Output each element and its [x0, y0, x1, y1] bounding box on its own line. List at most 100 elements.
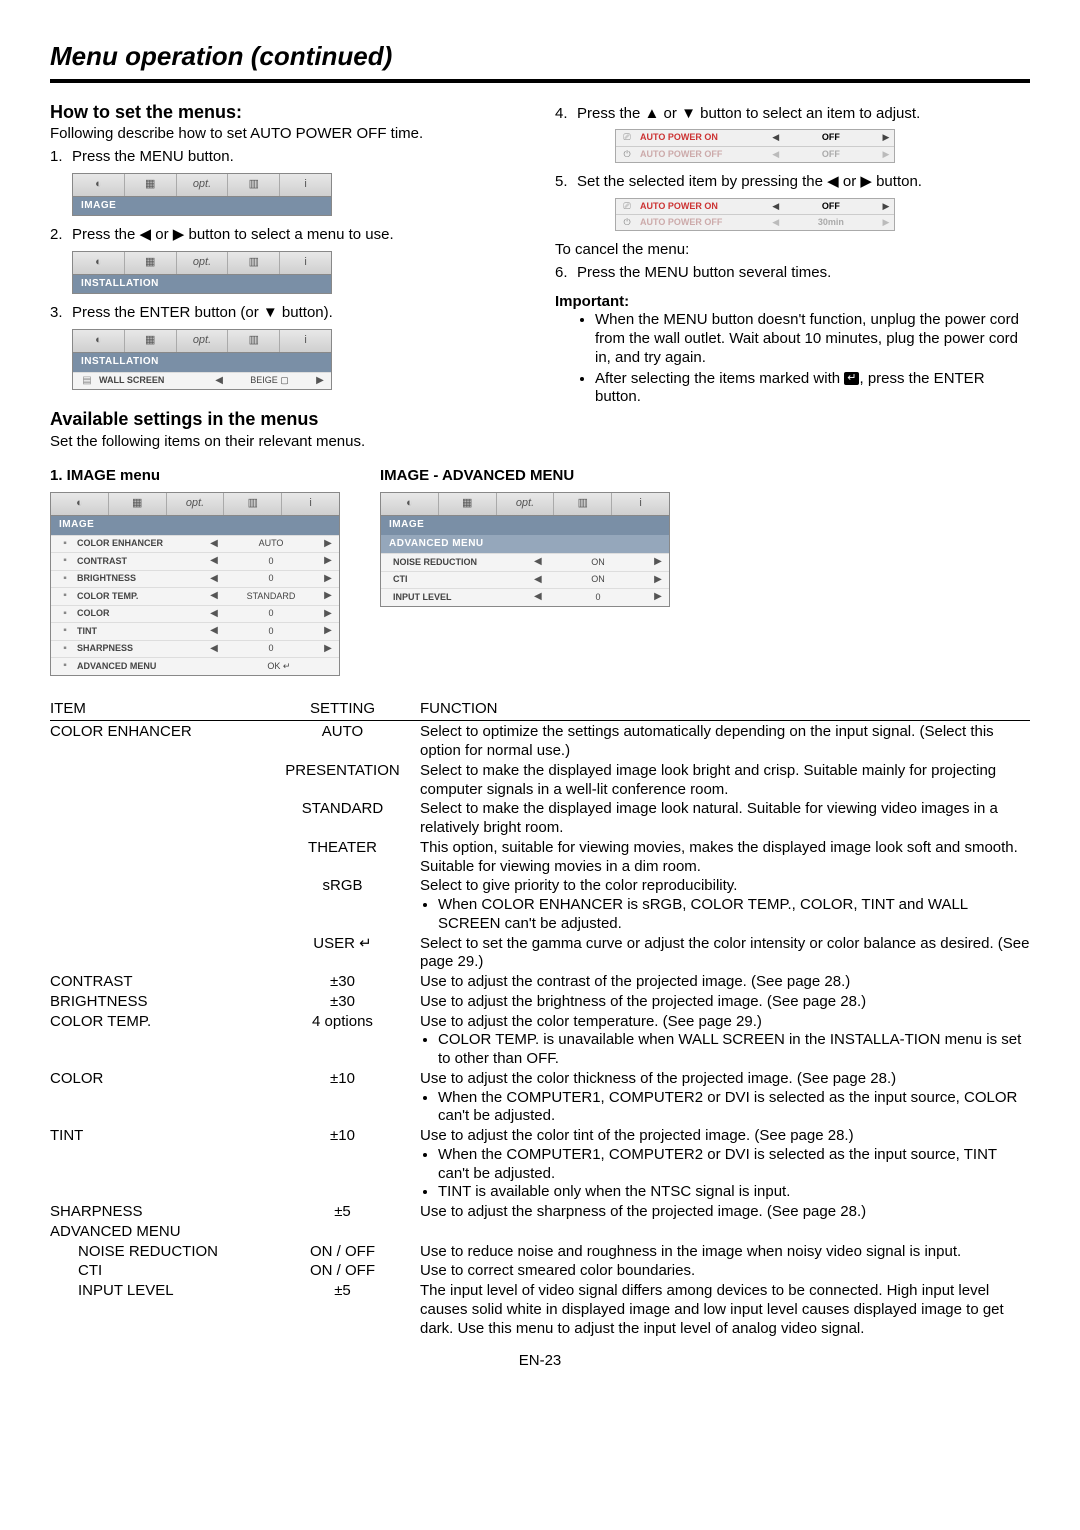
row-label: CONTRAST	[75, 556, 207, 567]
page-number: EN-23	[50, 1352, 1030, 1371]
menu-strip-image: ◐ ▦ opt. ▥ i IMAGE	[72, 173, 332, 217]
row-value: 0	[545, 592, 651, 603]
table-row: sRGBSelect to give priority to the color…	[50, 877, 1030, 933]
function-bullet: TINT is available only when the NTSC sig…	[438, 1183, 1030, 1202]
cell-function: Select to set the gamma curve or adjust …	[420, 935, 1030, 973]
menu-row: NOISE REDUCTION◀ON▶	[381, 553, 669, 571]
cell-item: COLOR ENHANCER	[50, 723, 265, 742]
menu-row: ▪COLOR◀0▶	[51, 605, 339, 623]
table-row: PRESENTATIONSelect to make the displayed…	[50, 762, 1030, 800]
adv-menu-strip: ◐▦ opt. ▥ i IMAGE ADVANCED MENU NOISE RE…	[380, 492, 670, 607]
arrow-right-icon: ▶	[321, 538, 335, 551]
row-value: 0	[221, 608, 321, 619]
row-value: OK ↵	[223, 661, 335, 672]
table-row: THEATERThis option, suitable for viewing…	[50, 839, 1030, 877]
table-row: CTION / OFFUse to correct smeared color …	[50, 1262, 1030, 1281]
cancel-label: To cancel the menu:	[555, 241, 1030, 260]
row-label: INPUT LEVEL	[385, 592, 531, 603]
row-value: ON	[545, 574, 651, 585]
table-row: TINT±10Use to adjust the color tint of t…	[50, 1127, 1030, 1202]
cell-function: Use to adjust the color temperature. (Se…	[420, 1013, 1030, 1069]
table-row: INPUT LEVEL±5The input level of video si…	[50, 1282, 1030, 1338]
arrow-left-icon: ◀	[212, 375, 226, 388]
menu-row: ▪TINT◀0▶	[51, 622, 339, 640]
function-bullet: When COLOR ENHANCER is sRGB, COLOR TEMP.…	[438, 896, 1030, 934]
menu-strip-install-wall: ◐▦ opt. ▥ i INSTALLATION ▤ WALL SCREEN ◀…	[72, 329, 332, 390]
image-menu-strip: ◐▦ opt. ▥ i IMAGE ▪COLOR ENHANCER◀AUTO▶▪…	[50, 492, 340, 676]
row-label: COLOR ENHANCER	[75, 538, 207, 549]
step-number: 1.	[50, 148, 72, 167]
step-2-text: Press the ◀ or ▶ button to select a menu…	[72, 226, 525, 245]
step-1-text: Press the MENU button.	[72, 148, 525, 167]
cell-function: Select to give priority to the color rep…	[420, 877, 1030, 933]
tab-icon: ▥	[228, 174, 280, 196]
arrow-right-icon: ▶	[321, 555, 335, 568]
wall-screen-value: BEIGE ▢	[226, 375, 313, 386]
menu-title: INSTALLATION	[73, 275, 331, 294]
cell-setting: AUTO	[265, 723, 420, 742]
arrow-right-icon: ▶	[651, 591, 665, 604]
step-number: 6.	[555, 264, 577, 283]
cell-function: Select to make the displayed image look …	[420, 762, 1030, 800]
row-value: ON	[545, 557, 651, 568]
table-row: SHARPNESS±5Use to adjust the sharpness o…	[50, 1203, 1030, 1222]
howto-intro: Following describe how to set AUTO POWER…	[50, 125, 525, 144]
page-title: Menu operation (continued)	[50, 40, 1030, 83]
cell-item: COLOR TEMP.	[50, 1013, 265, 1032]
row-value: 0	[221, 556, 321, 567]
cell-setting: sRGB	[265, 877, 420, 896]
arrow-right-icon: ▶	[651, 574, 665, 587]
step-3-text: Press the ENTER button (or ▼ button).	[72, 304, 525, 323]
important-item: After selecting the items marked with ↵,…	[595, 370, 1030, 408]
arrow-right-icon: ▶	[321, 590, 335, 603]
cell-setting: ±10	[265, 1070, 420, 1089]
row-icon: ▪	[55, 555, 75, 568]
cell-item: BRIGHTNESS	[50, 993, 265, 1012]
howto-heading: How to set the menus:	[50, 101, 525, 124]
adv-menu-heading: IMAGE - ADVANCED MENU	[380, 467, 670, 486]
menu-row: ▪BRIGHTNESS◀0▶	[51, 570, 339, 588]
menu-title: IMAGE	[73, 197, 331, 216]
col-function: FUNCTION	[420, 700, 1030, 719]
col-setting: SETTING	[265, 700, 420, 719]
available-heading: Available settings in the menus	[50, 408, 525, 431]
arrow-left-icon: ◀	[207, 573, 221, 586]
arrow-left-icon: ◀	[207, 608, 221, 621]
cell-function: Select to make the displayed image look …	[420, 800, 1030, 838]
table-row: BRIGHTNESS±30Use to adjust the brightnes…	[50, 993, 1030, 1012]
cell-function: Use to adjust the sharpness of the proje…	[420, 1203, 1030, 1222]
cell-function: Use to adjust the color tint of the proj…	[420, 1127, 1030, 1202]
wall-screen-label: WALL SCREEN	[97, 375, 212, 386]
table-row: COLOR TEMP.4 optionsUse to adjust the co…	[50, 1013, 1030, 1069]
menu-row: ▪COLOR TEMP.◀STANDARD▶	[51, 587, 339, 605]
cell-function: The input level of video signal differs …	[420, 1282, 1030, 1338]
right-column: 4. Press the ▲ or ▼ button to select an …	[555, 101, 1030, 452]
cell-setting: ON / OFF	[265, 1262, 420, 1281]
cell-setting: THEATER	[265, 839, 420, 858]
row-label: TINT	[75, 626, 207, 637]
cell-function: Use to correct smeared color boundaries.	[420, 1262, 1030, 1281]
auto-power-block-1: ⎚ AUTO POWER ON ◀ OFF ▶ ⏻ AUTO POWER OFF…	[615, 129, 895, 163]
tab-icon: ▦	[125, 174, 177, 196]
table-row: USER ↵Select to set the gamma curve or a…	[50, 935, 1030, 973]
step-number: 3.	[50, 304, 72, 323]
arrow-left-icon: ◀	[207, 590, 221, 603]
arrow-right-icon: ▶	[321, 573, 335, 586]
menu-row: ▪COLOR ENHANCER◀AUTO▶	[51, 535, 339, 553]
cell-item: CTI	[50, 1262, 265, 1281]
cell-function: This option, suitable for viewing movies…	[420, 839, 1030, 877]
cell-item: NOISE REDUCTION	[50, 1243, 265, 1262]
row-label: COLOR	[75, 608, 207, 619]
cell-function: Use to reduce noise and roughness in the…	[420, 1243, 1030, 1262]
table-row: COLOR±10Use to adjust the color thicknes…	[50, 1070, 1030, 1126]
step-number: 5.	[555, 173, 577, 192]
function-bullet: When the COMPUTER1, COMPUTER2 or DVI is …	[438, 1089, 1030, 1127]
cell-setting: PRESENTATION	[265, 762, 420, 781]
image-menu-heading: 1. IMAGE menu	[50, 467, 340, 486]
step-number: 2.	[50, 226, 72, 245]
step-4-text: Press the ▲ or ▼ button to select an ite…	[577, 105, 1030, 124]
row-value: 0	[221, 626, 321, 637]
cell-item: INPUT LEVEL	[50, 1282, 265, 1301]
cell-item: SHARPNESS	[50, 1203, 265, 1222]
cell-function: Select to optimize the settings automati…	[420, 723, 1030, 761]
